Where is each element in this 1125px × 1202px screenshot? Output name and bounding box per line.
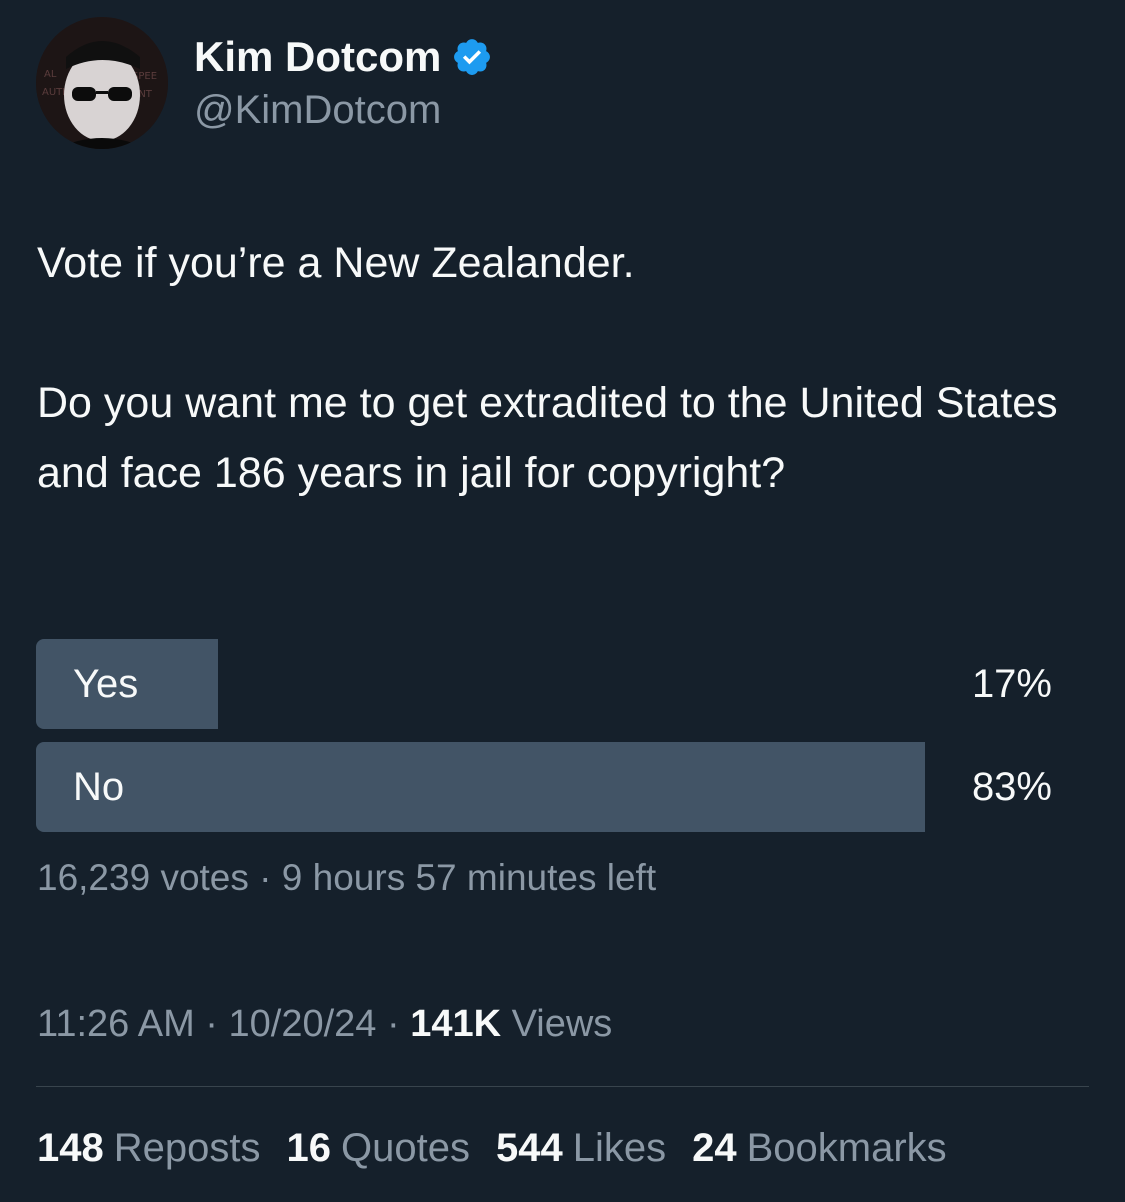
reposts-label: Reposts [113, 1126, 261, 1170]
timestamp-separator: · [387, 1003, 400, 1045]
views-label: Views [511, 1003, 613, 1045]
tweet-text: Vote if you’re a New Zealander. Do you w… [37, 228, 1097, 508]
tweet-text-line-1: Vote if you’re a New Zealander. [37, 239, 635, 287]
quotes-count: 16 [286, 1126, 332, 1170]
poll-votes: 16,239 votes [37, 857, 249, 898]
likes-label: Likes [572, 1126, 667, 1170]
tweet-date[interactable]: 10/20/24 [229, 1003, 377, 1045]
poll-meta-separator: · [259, 857, 272, 898]
tweet-text-line-2: Do you want me to get extradited to the … [37, 379, 1058, 497]
likes-count: 544 [495, 1126, 563, 1170]
poll-option-yes[interactable]: Yes 17% [36, 639, 1056, 729]
tweet-timestamp: 11:26 AM · 10/20/24 · 141K Views [37, 1001, 612, 1047]
quotes-stat[interactable]: 16 Quotes [287, 1124, 470, 1172]
poll-option-label: Yes [73, 662, 139, 706]
poll-bar-no [36, 742, 925, 832]
avatar[interactable]: AL AUTH SPEE ENT [36, 17, 168, 149]
author-handle[interactable]: @KimDotcom [194, 86, 441, 134]
poll-option-label: No [73, 765, 125, 809]
bookmarks-label: Bookmarks [746, 1126, 947, 1170]
engagement-stats: 148 Reposts 16 Quotes 544 Likes 24 Bookmarks [37, 1124, 973, 1172]
views-count: 141K [410, 1003, 502, 1045]
divider [36, 1086, 1089, 1087]
likes-stat[interactable]: 544 Likes [496, 1124, 666, 1172]
author-name-row[interactable]: Kim Dotcom [194, 32, 493, 82]
verified-badge-icon[interactable] [451, 36, 493, 78]
svg-text:AL: AL [44, 69, 57, 80]
poll-time-left: 9 hours 57 minutes left [281, 857, 657, 898]
poll-option-percent: 83% [971, 765, 1052, 809]
poll-meta: 16,239 votes · 9 hours 57 minutes left [37, 856, 656, 900]
reposts-count: 148 [37, 1126, 104, 1170]
author-name[interactable]: Kim Dotcom [194, 32, 441, 82]
poll: Yes 17% No 83% [36, 639, 1056, 845]
bookmarks-stat[interactable]: 24 Bookmarks [692, 1124, 947, 1172]
bookmarks-count: 24 [692, 1126, 737, 1170]
quotes-label: Quotes [341, 1126, 470, 1170]
poll-option-percent: 17% [971, 662, 1052, 706]
tweet-time[interactable]: 11:26 AM [37, 1003, 195, 1045]
timestamp-separator: · [205, 1003, 218, 1045]
avatar-image: AL AUTH SPEE ENT [36, 17, 168, 149]
reposts-stat[interactable]: 148 Reposts [37, 1124, 261, 1172]
poll-option-no[interactable]: No 83% [36, 742, 1056, 832]
